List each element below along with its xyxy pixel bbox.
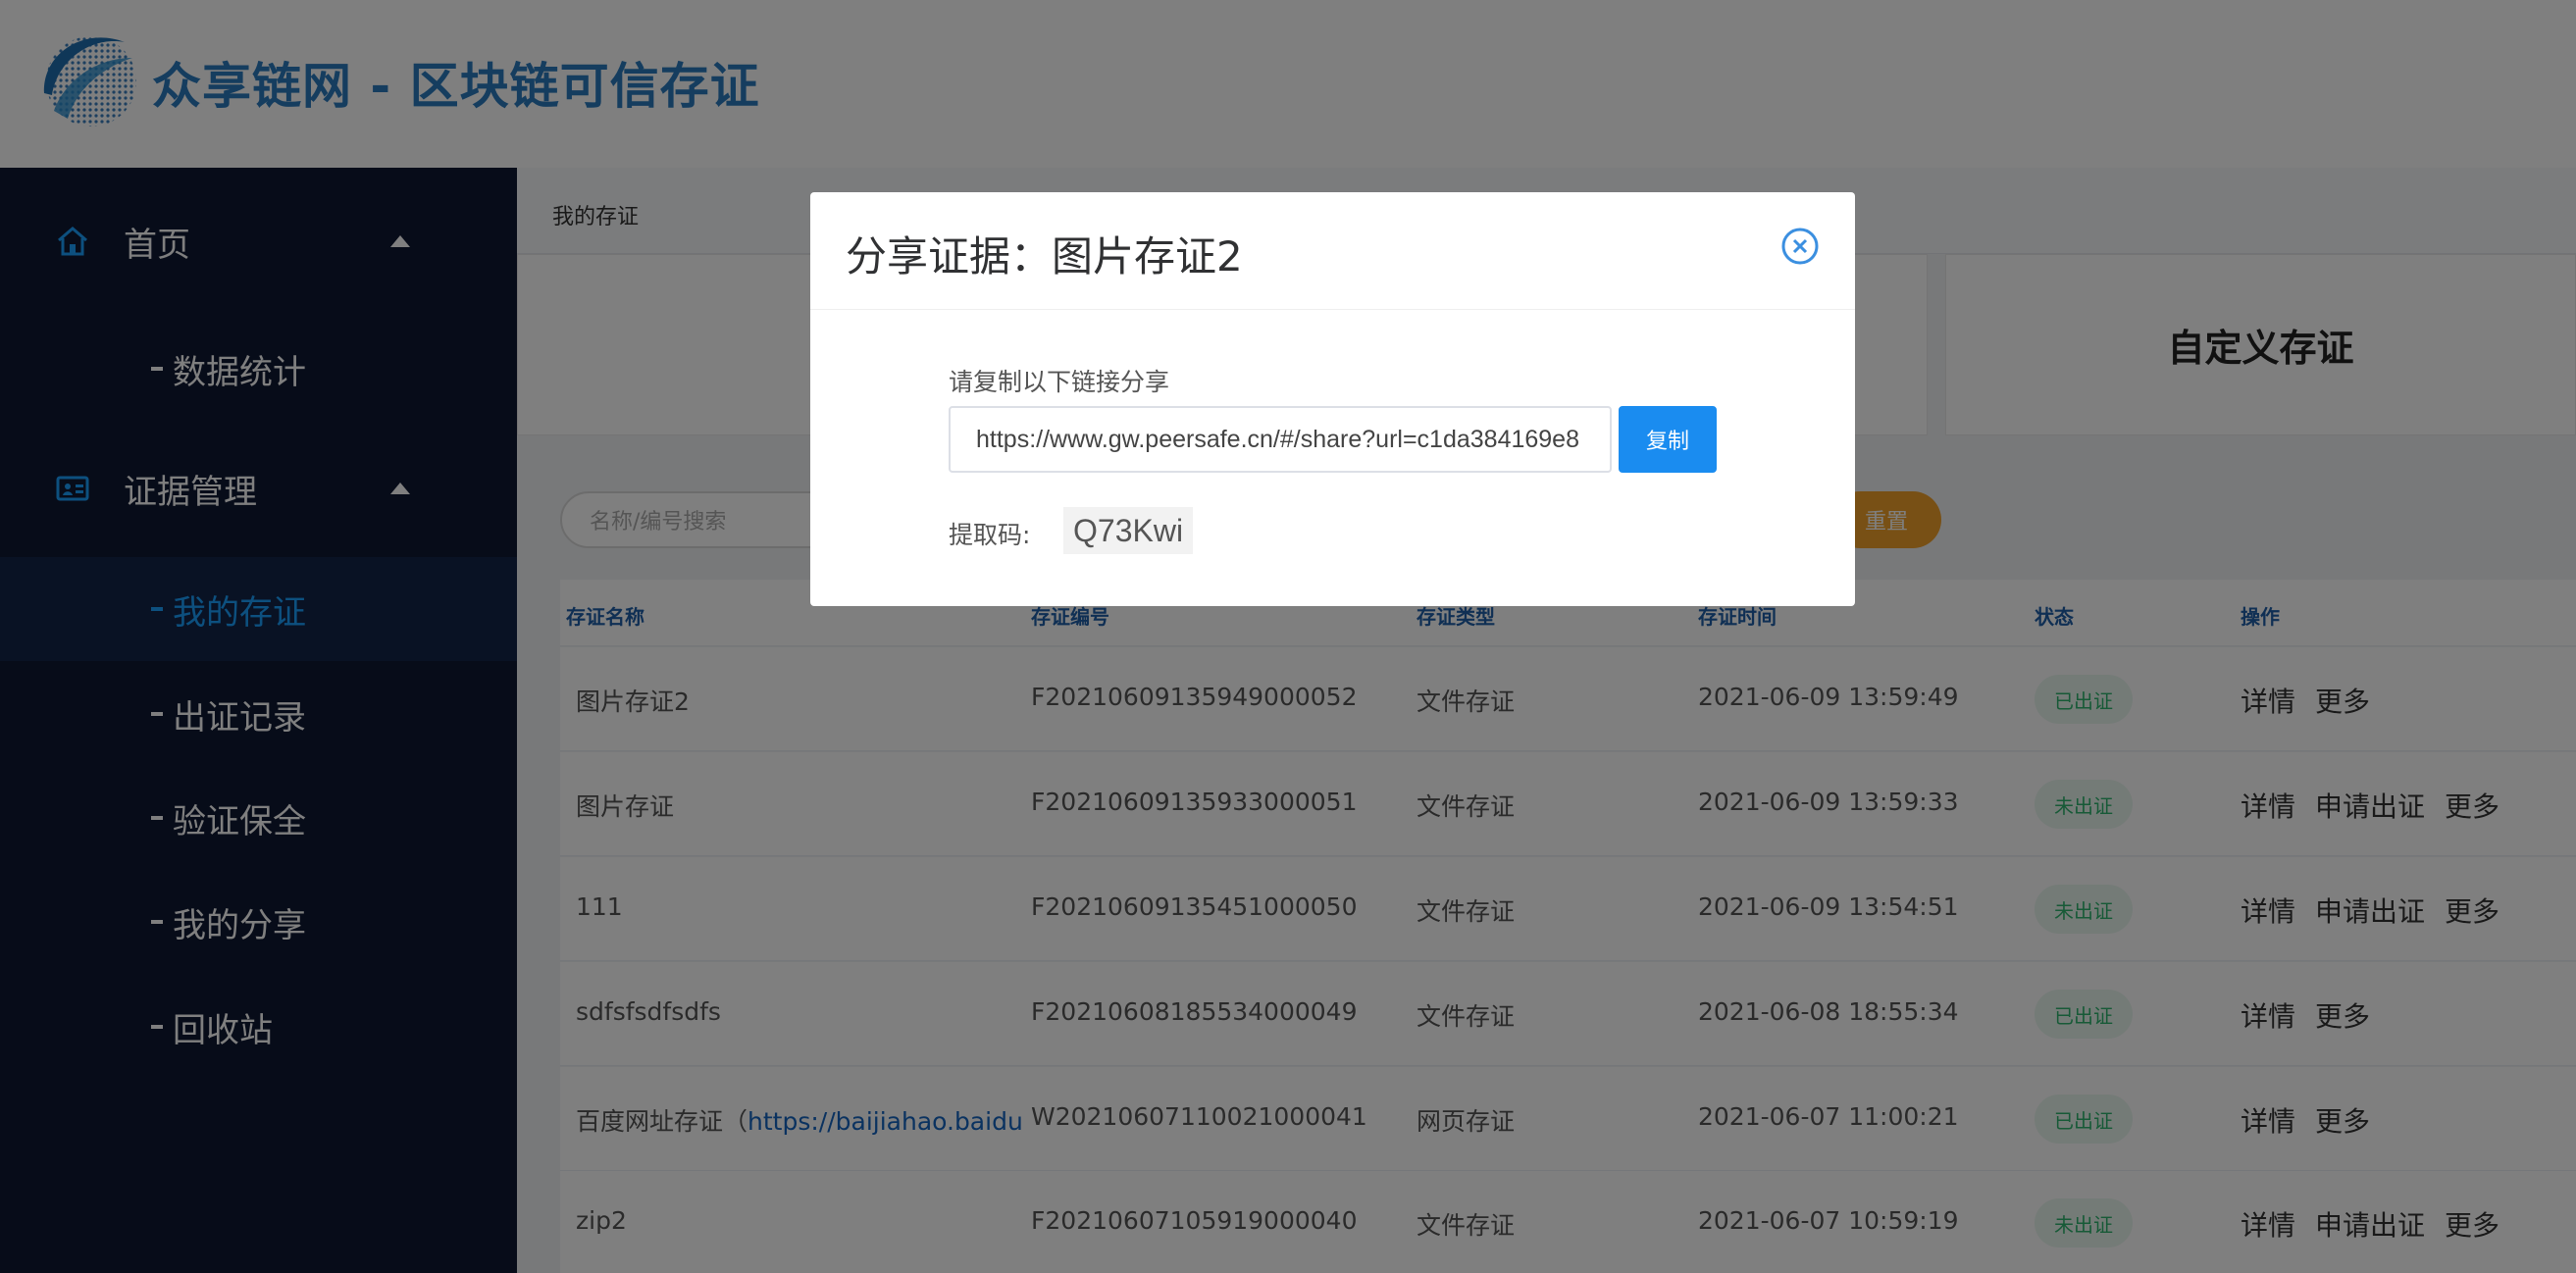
share-link-field[interactable]: https://www.gw.peersafe.cn/#/share?url=c… [949,406,1612,473]
close-icon[interactable] [1779,226,1821,267]
share-link-label: 请复制以下链接分享 [949,368,1170,396]
modal-overlay[interactable] [0,0,2576,1273]
dialog-title: 分享证据：图片存证2 [846,232,1243,280]
dialog-header: 分享证据：图片存证2 [810,192,1855,310]
share-dialog: 分享证据：图片存证2 请复制以下链接分享 https://www.gw.peer… [810,192,1855,606]
copy-button[interactable]: 复制 [1619,406,1717,473]
extraction-code-label: 提取码: [949,521,1031,549]
extraction-code-value: Q73Kwi [1063,507,1194,554]
